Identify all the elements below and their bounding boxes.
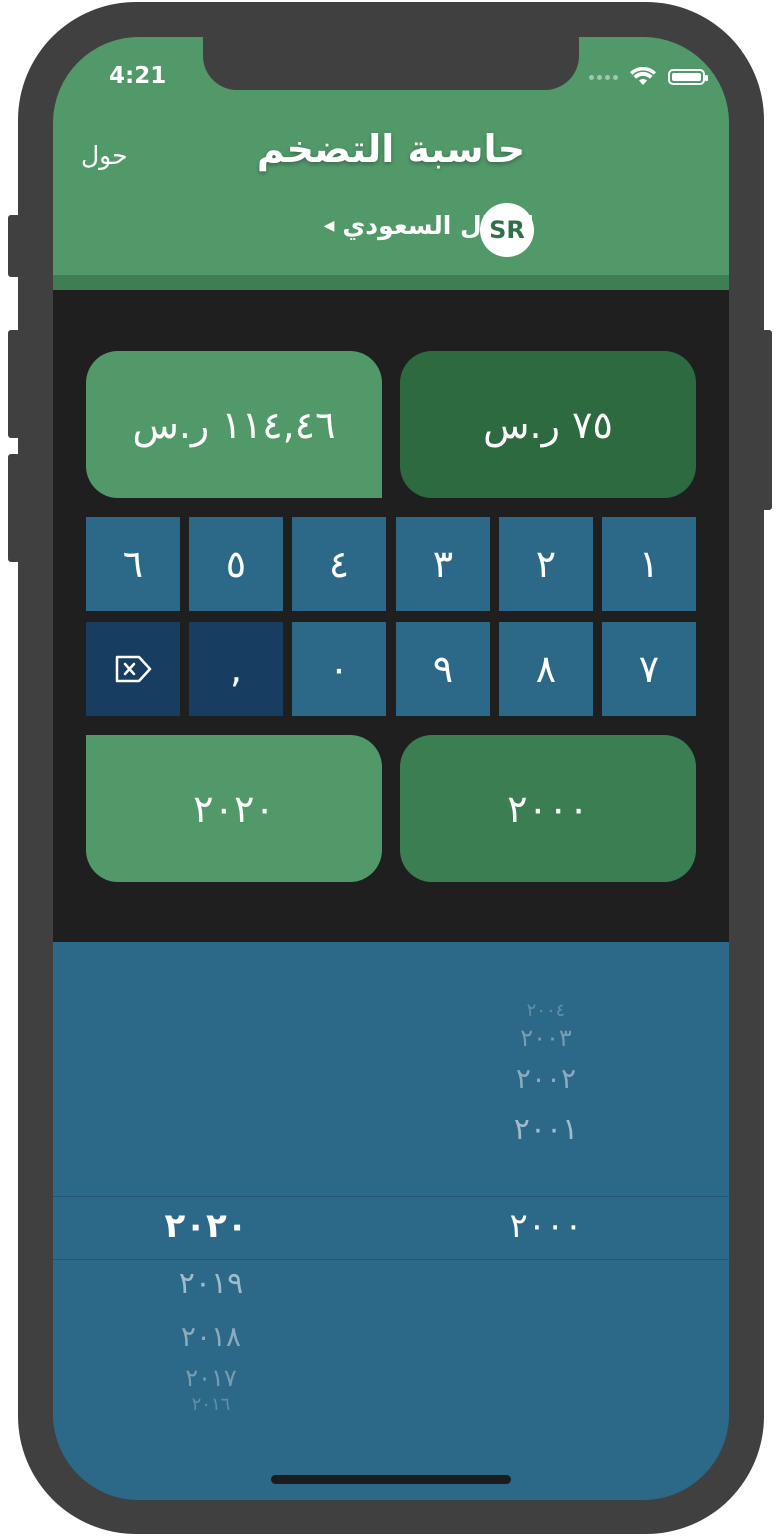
picker-to-selected[interactable]: ٢٠٢٠ — [141, 1206, 271, 1246]
battery-icon — [668, 69, 708, 85]
target-year-button[interactable]: ٢٠٢٠ — [86, 735, 382, 882]
volume-up-button — [8, 330, 20, 438]
key-7[interactable]: ٧ — [602, 622, 696, 716]
picker-selection-top — [53, 1196, 729, 1197]
power-button — [762, 330, 772, 510]
key-2[interactable]: ٢ — [499, 517, 593, 611]
picker-to-item[interactable]: ٢٠١٦ — [156, 1394, 266, 1415]
picker-from-selected[interactable]: ٢٠٠٠ — [481, 1206, 611, 1246]
volume-down-button — [8, 454, 20, 562]
picker-from-item[interactable]: ٢٠٠١ — [491, 1112, 601, 1147]
decimal-key[interactable]: , — [189, 622, 283, 716]
header-divider — [53, 275, 729, 290]
picker-to-item[interactable]: ٢٠١٨ — [156, 1320, 266, 1353]
picker-to-item[interactable]: ٢٠١٧ — [156, 1364, 266, 1392]
phone-notch — [203, 37, 579, 90]
key-5[interactable]: ٥ — [189, 517, 283, 611]
app-screen: 4:21 حول حاسبة التضخم ◀ الريال السعودي S… — [53, 37, 729, 1500]
picker-from-item[interactable]: ٢٠٠٣ — [491, 1024, 601, 1052]
key-1[interactable]: ١ — [602, 517, 696, 611]
picker-from-item[interactable]: ٢٠٠٢ — [491, 1062, 601, 1095]
status-icons — [589, 67, 708, 87]
caret-left-icon: ◀ — [323, 217, 335, 234]
picker-from-item[interactable]: ٢٠٠٤ — [491, 1000, 601, 1021]
input-amount[interactable]: ٧٥ ر.س — [400, 351, 696, 498]
key-3[interactable]: ٣ — [396, 517, 490, 611]
result-amount: ١١٤,٤٦ ر.س — [86, 351, 382, 498]
key-6[interactable]: ٦ — [86, 517, 180, 611]
status-time: 4:21 — [109, 63, 167, 89]
key-9[interactable]: ٩ — [396, 622, 490, 716]
backspace-icon — [115, 655, 152, 683]
mute-switch — [8, 215, 20, 277]
backspace-key[interactable] — [86, 622, 180, 716]
cellular-signal-icon — [589, 74, 618, 80]
home-indicator[interactable] — [271, 1475, 511, 1484]
year-picker[interactable]: ٢٠٠٤ ٢٠٠٣ ٢٠٠٢ ٢٠٠١ ٢٠٠٠ ٢٠٢٠ ٢٠١٩ ٢٠١٨ … — [53, 942, 729, 1500]
base-year-button[interactable]: ٢٠٠٠ — [400, 735, 696, 882]
key-8[interactable]: ٨ — [499, 622, 593, 716]
wifi-icon — [630, 67, 656, 85]
key-4[interactable]: ٤ — [292, 517, 386, 611]
currency-badge[interactable]: SR — [480, 203, 534, 257]
calculator-panel: ١١٤,٤٦ ر.س ٧٥ ر.س ٦ ٥ ٤ ٣ ٢ ١ , ٠ ٩ ٨ ٧ … — [53, 290, 729, 942]
picker-to-item[interactable]: ٢٠١٩ — [156, 1266, 266, 1301]
page-title: حاسبة التضخم — [256, 127, 526, 171]
picker-selection-bottom — [53, 1259, 729, 1260]
key-0[interactable]: ٠ — [292, 622, 386, 716]
